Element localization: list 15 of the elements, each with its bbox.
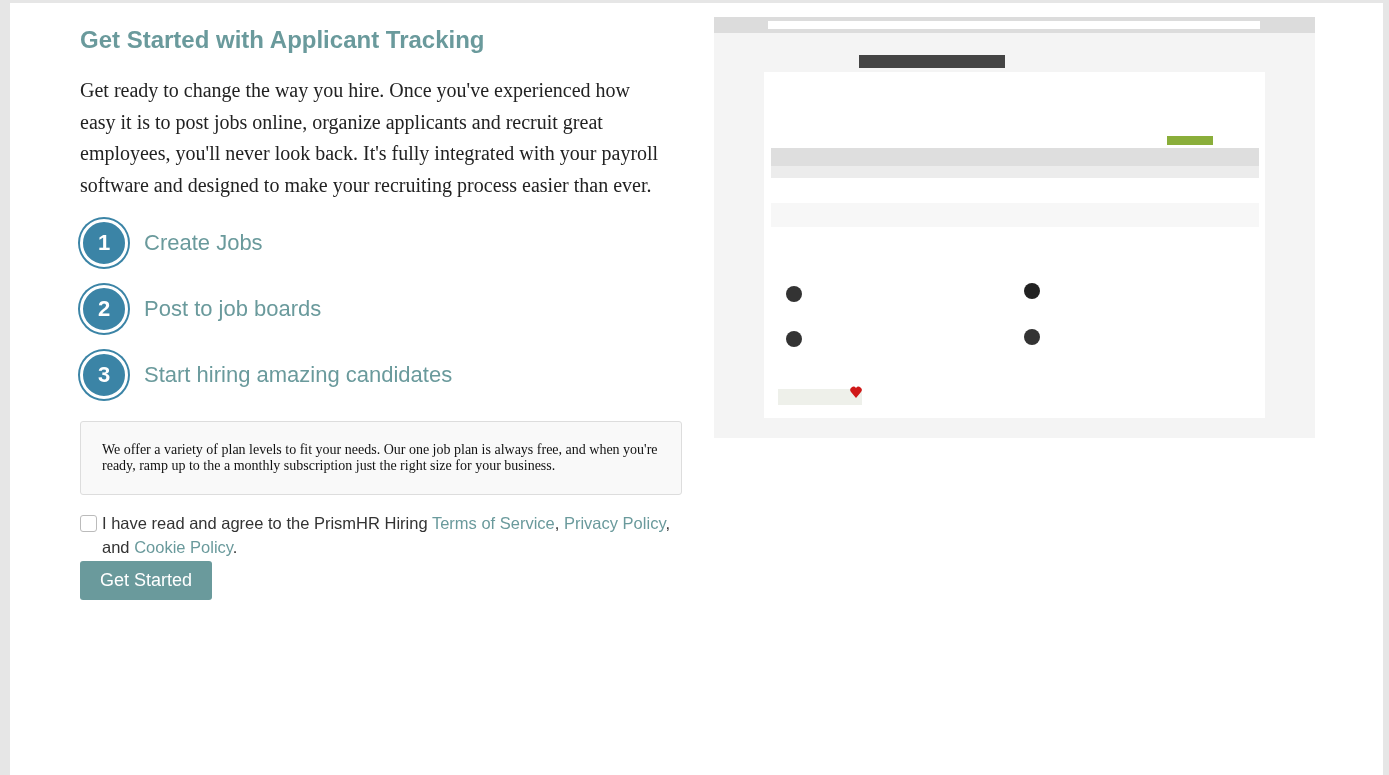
step-label: Start hiring amazing candidates [144, 362, 453, 388]
step-label: Create Jobs [144, 230, 263, 256]
plan-note-text: We offer a variety of plan levels to fit your needs. Our one job plan is always free, and when you're ready, ramp up to the a monthly subscription just the right size for your business. [102, 442, 659, 474]
intro-paragraph: Get ready to change the way you hire. Once you've experienced how easy it is to post jobs online, organize applicants and recruit great employees, you'll never look back. It's fully integrated with your payroll software and designed to make your recruiting process easier than ever. [80, 78, 660, 199]
step-label: Post to job boards [144, 296, 322, 322]
step-number: 2 [80, 285, 128, 333]
policy-link[interactable]: Cookie Policy [134, 538, 233, 556]
step-number: 1 [80, 219, 128, 267]
agreement-text: I have read and agree to the PrismHR Hiring Terms of Service, Privacy Policy, and Cookie Policy. [102, 513, 671, 558]
policy-link[interactable]: Terms of Service [431, 514, 555, 532]
agree-checkbox[interactable] [80, 515, 97, 532]
policy-link[interactable]: Privacy Policy [563, 514, 666, 532]
step-number: 3 [80, 351, 128, 399]
get-started-button[interactable]: Get Started [80, 561, 213, 600]
page-title: Get Started with Applicant Tracking [80, 25, 486, 55]
